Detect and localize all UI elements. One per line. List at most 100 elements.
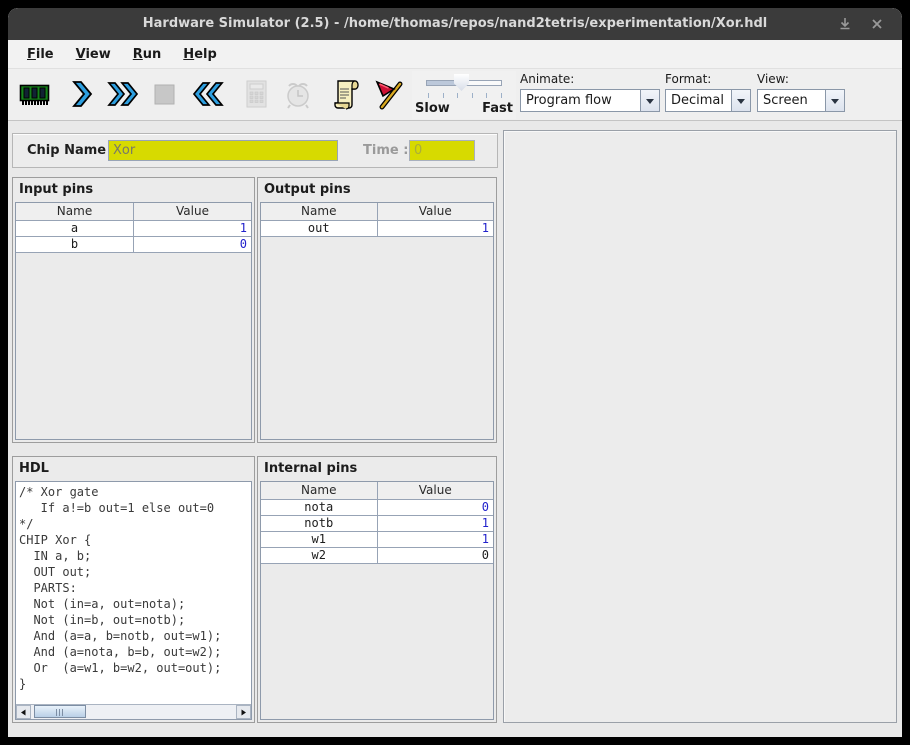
chip-name-bar: Chip Name : Xor Time : 0 (12, 133, 498, 168)
view-label: View: (757, 72, 845, 86)
pin-name-cell: notb (261, 515, 377, 531)
pin-value-cell[interactable]: 0 (134, 236, 252, 252)
input-pins-table: Name Value a1b0 (16, 203, 251, 253)
time-field: 0 (409, 140, 475, 161)
pin-row: a1 (16, 220, 251, 236)
alarm-clock-icon (281, 77, 315, 111)
stop-icon (147, 77, 181, 111)
toolbar: Slow Fast Animate: Program flow Format: … (8, 69, 902, 121)
load-chip-button[interactable] (13, 72, 57, 116)
column-header-value[interactable]: Value (134, 203, 252, 220)
chip-icon (18, 77, 52, 111)
fast-forward-icon (106, 77, 140, 111)
pin-row: out1 (261, 220, 493, 236)
column-header-name[interactable]: Name (261, 482, 377, 499)
run-button[interactable] (101, 72, 145, 116)
column-header-value[interactable]: Value (377, 203, 493, 220)
screen-view-panel (503, 130, 897, 723)
input-pins-title: Input pins (13, 178, 254, 201)
menu-file[interactable]: File (18, 43, 63, 66)
internal-pins-title: Internal pins (258, 457, 496, 480)
pin-value-cell[interactable]: 1 (377, 515, 493, 531)
minimize-icon[interactable] (836, 15, 854, 33)
pin-name-cell: w2 (261, 547, 377, 563)
breakpoints-button[interactable] (367, 72, 411, 116)
pin-value-cell[interactable]: 0 (377, 499, 493, 515)
hdl-code[interactable]: /* Xor gate If a!=b out=1 else out=0 */ … (16, 482, 251, 704)
view-select[interactable]: Screen (757, 89, 845, 112)
column-header-value[interactable]: Value (377, 482, 493, 499)
internal-pins-table: Name Value nota0notb1w11w20 (261, 482, 493, 564)
chevron-down-icon[interactable] (731, 90, 750, 111)
window-title: Hardware Simulator (2.5) - /home/thomas/… (8, 8, 902, 40)
hdl-panel: HDL /* Xor gate If a!=b out=1 else out=0… (12, 456, 255, 723)
rewind-icon (191, 77, 225, 111)
menu-run[interactable]: Run (124, 43, 171, 66)
format-select[interactable]: Decimal (665, 89, 751, 112)
red-flag-icon (372, 77, 406, 111)
animate-label: Animate: (520, 72, 660, 86)
stop-button[interactable] (142, 72, 186, 116)
chevron-down-icon[interactable] (640, 90, 659, 111)
pin-name-cell: nota (261, 499, 377, 515)
scroll-right-icon[interactable] (236, 705, 251, 719)
menu-help[interactable]: Help (174, 43, 225, 66)
pin-row: notb1 (261, 515, 493, 531)
scrollbar-track[interactable] (31, 705, 236, 719)
input-pins-panel: Input pins Name Value a1b0 (12, 177, 255, 443)
hdl-view: /* Xor gate If a!=b out=1 else out=0 */ … (15, 481, 252, 720)
hdl-horizontal-scrollbar[interactable] (16, 704, 251, 719)
output-pins-table: Name Value out1 (261, 203, 493, 237)
menu-view[interactable]: View (67, 43, 120, 66)
app-window: Hardware Simulator (2.5) - /home/thomas/… (8, 8, 902, 737)
pin-value-cell[interactable]: 1 (134, 220, 252, 236)
slow-label: Slow (415, 101, 450, 116)
pin-name-cell: b (16, 236, 134, 252)
speed-slider-group: Slow Fast (412, 71, 516, 119)
output-pins-title: Output pins (258, 178, 496, 201)
pin-value-cell[interactable]: 1 (377, 220, 493, 236)
pin-name-cell: w1 (261, 531, 377, 547)
animate-group: Animate: Program flow (520, 72, 660, 112)
format-label: Format: (665, 72, 751, 86)
column-header-name[interactable]: Name (261, 203, 377, 220)
pin-row: b0 (16, 236, 251, 252)
step-forward-icon (65, 77, 99, 111)
fast-label: Fast (482, 101, 513, 116)
pin-name-cell: a (16, 220, 134, 236)
title-bar: Hardware Simulator (2.5) - /home/thomas/… (8, 8, 902, 40)
main-content: Chip Name : Xor Time : 0 Input pins Name… (8, 121, 902, 737)
reset-button[interactable] (186, 72, 230, 116)
output-pins-scrollpane: Name Value out1 (260, 202, 494, 440)
load-script-button[interactable] (324, 72, 368, 116)
calculator-button[interactable] (234, 72, 278, 116)
pin-value-cell[interactable]: 0 (377, 547, 493, 563)
internal-pins-scrollpane: Name Value nota0notb1w11w20 (260, 481, 494, 720)
single-step-button[interactable] (60, 72, 104, 116)
input-pins-scrollpane: Name Value a1b0 (15, 202, 252, 440)
scroll-left-icon[interactable] (16, 705, 31, 719)
close-icon[interactable] (868, 15, 886, 33)
pin-name-cell: out (261, 220, 377, 236)
scrollbar-thumb[interactable] (34, 705, 86, 718)
time-label: Time : (363, 143, 408, 158)
pin-row: w11 (261, 531, 493, 547)
internal-pins-panel: Internal pins Name Value nota0notb1w11w2… (257, 456, 497, 723)
format-group: Format: Decimal (665, 72, 751, 112)
output-pins-panel: Output pins Name Value out1 (257, 177, 497, 443)
menu-bar: File View Run Help (8, 40, 902, 69)
format-value: Decimal (666, 90, 731, 111)
script-scroll-icon (329, 77, 363, 111)
view-group: View: Screen (757, 72, 845, 112)
speed-slider-thumb[interactable] (454, 74, 469, 91)
pin-value-cell[interactable]: 1 (377, 531, 493, 547)
animate-select[interactable]: Program flow (520, 89, 660, 112)
chip-name-field[interactable]: Xor (108, 140, 338, 161)
calculator-icon (239, 77, 273, 111)
column-header-name[interactable]: Name (16, 203, 134, 220)
clock-button[interactable] (276, 72, 320, 116)
pin-row: w20 (261, 547, 493, 563)
chip-name-label: Chip Name : (27, 143, 116, 158)
chevron-down-icon[interactable] (825, 90, 844, 111)
hdl-title: HDL (13, 457, 254, 480)
